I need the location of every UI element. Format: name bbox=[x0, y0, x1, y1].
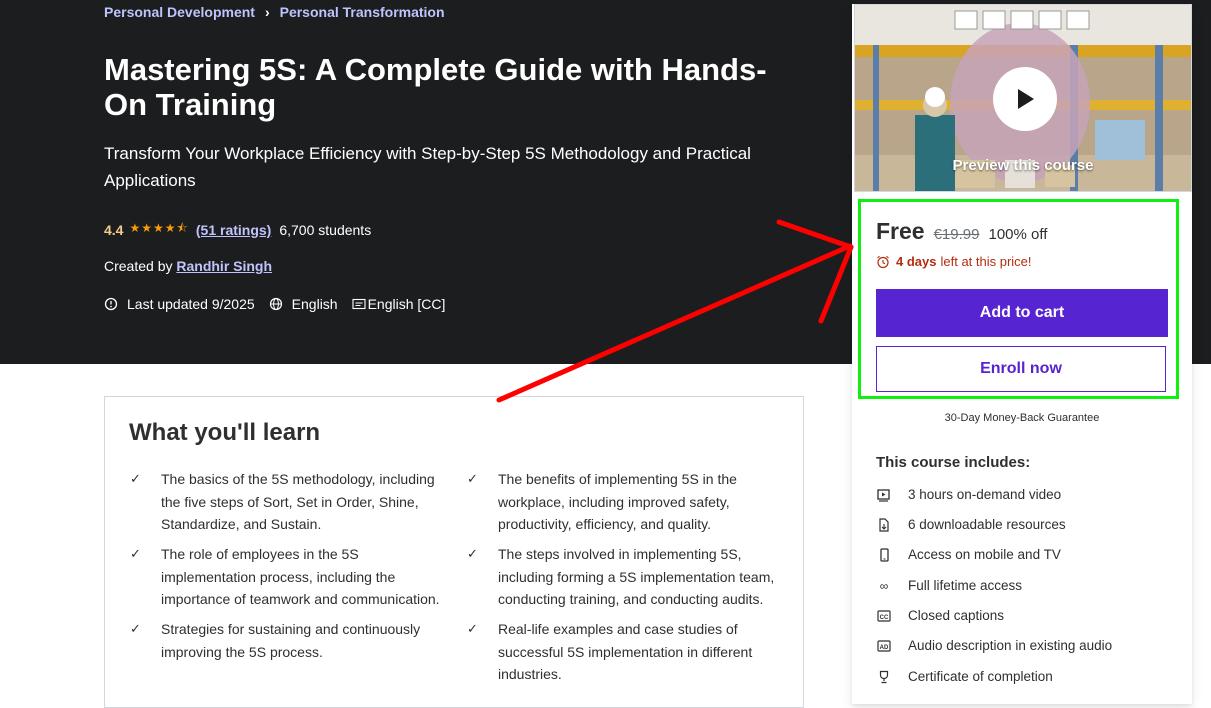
students-count: 6,700 students bbox=[279, 221, 372, 238]
alarm-clock-icon bbox=[877, 255, 889, 268]
includes-title: This course includes: bbox=[876, 454, 1031, 471]
learn-item: ✓ Real-life examples and case studies of … bbox=[467, 618, 788, 686]
svg-text:CC: CC bbox=[880, 614, 889, 620]
include-item-label: 6 downloadable resources bbox=[908, 517, 1066, 532]
price-row: Free €19.99 100% off bbox=[876, 218, 1047, 245]
closed-captions-icon: CC bbox=[877, 609, 891, 622]
mobile-icon bbox=[880, 547, 889, 562]
closed-captions-icon bbox=[352, 298, 366, 310]
checkmark-icon: ✓ bbox=[130, 621, 141, 636]
include-item: AD Audio description in existing audio bbox=[876, 638, 1112, 653]
include-item: 3 hours on-demand video bbox=[876, 487, 1061, 502]
svg-text:AD: AD bbox=[880, 644, 889, 650]
ratings-count-link[interactable]: (51 ratings) bbox=[196, 222, 271, 238]
include-item-label: Certificate of completion bbox=[908, 669, 1053, 684]
chevron-right-icon: › bbox=[264, 4, 270, 20]
breadcrumb-item-personal-development[interactable]: Personal Development bbox=[104, 4, 255, 20]
include-item: ∞ Full lifetime access bbox=[876, 578, 1022, 593]
checkmark-icon: ✓ bbox=[467, 471, 478, 486]
play-button[interactable] bbox=[993, 67, 1057, 131]
rating-number: 4.4 bbox=[104, 221, 124, 238]
globe-icon bbox=[269, 297, 282, 311]
learn-item: ✓ The steps involved in implementing 5S, … bbox=[467, 543, 788, 611]
audio-description-icon: AD bbox=[877, 639, 891, 652]
timer-text: left at this price! bbox=[940, 254, 1032, 269]
checkmark-icon: ✓ bbox=[467, 546, 478, 561]
course-subtitle: Transform Your Workplace Efficiency with… bbox=[104, 144, 751, 190]
play-icon bbox=[1018, 89, 1034, 109]
created-by: Created by Randhir Singh bbox=[104, 258, 272, 274]
current-price: Free bbox=[876, 218, 925, 244]
trophy-icon bbox=[879, 670, 889, 683]
rating-row: 4.4 ★★★★⯪ (51 ratings) 6,700 students bbox=[104, 219, 371, 240]
include-item-label: 3 hours on-demand video bbox=[908, 487, 1062, 502]
learn-item-text: The benefits of implementing 5S in the w… bbox=[498, 471, 737, 532]
course-preview-video[interactable]: Preview this course bbox=[854, 4, 1192, 192]
breadcrumb-item-personal-transformation[interactable]: Personal Transformation bbox=[280, 4, 445, 20]
price-timer: 4 days left at this price! bbox=[876, 254, 1032, 269]
purchase-sidebar: Preview this course Free €19.99 100% off… bbox=[852, 4, 1192, 704]
include-item-label: Full lifetime access bbox=[908, 578, 1023, 593]
video-icon bbox=[877, 488, 890, 502]
include-item-label: Closed captions bbox=[908, 608, 1005, 623]
course-title: Mastering 5S: A Complete Guide with Hand… bbox=[104, 52, 767, 122]
learn-item: ✓ The benefits of implementing 5S in the … bbox=[467, 468, 788, 536]
what-you-will-learn: What you'll learn ✓ The basics of the 5S … bbox=[104, 396, 804, 708]
breadcrumb: Personal Development › Personal Transfor… bbox=[104, 4, 445, 20]
checkmark-icon: ✓ bbox=[130, 546, 141, 561]
learn-item-text: The role of employees in the 5S implemen… bbox=[161, 546, 440, 607]
checkmark-icon: ✓ bbox=[130, 471, 141, 486]
learn-item: ✓ The role of employees in the 5S impleme… bbox=[130, 543, 451, 611]
learn-item-text: Strategies for sustaining and continuous… bbox=[161, 621, 421, 660]
money-back-guarantee: 30-Day Money-Back Guarantee bbox=[944, 412, 1100, 424]
preview-label: Preview this course bbox=[952, 157, 1094, 174]
learn-item-text: The basics of the 5S methodology, includ… bbox=[161, 471, 435, 532]
include-item: Certificate of completion bbox=[876, 669, 1053, 684]
download-file-icon bbox=[879, 517, 889, 532]
add-to-cart-button[interactable]: Add to cart bbox=[876, 289, 1168, 337]
created-by-label: Created by bbox=[104, 258, 173, 274]
include-item: Access on mobile and TV bbox=[876, 547, 1061, 562]
learn-item: ✓ The basics of the 5S methodology, inclu… bbox=[130, 468, 451, 536]
learn-heading: What you'll learn bbox=[129, 419, 321, 446]
include-item-label: Audio description in existing audio bbox=[908, 638, 1113, 653]
alert-badge-icon bbox=[104, 297, 118, 311]
checkmark-icon: ✓ bbox=[467, 621, 478, 636]
learn-item: ✓ Strategies for sustaining and continuou… bbox=[130, 618, 451, 663]
course-captions: English [CC] bbox=[352, 296, 446, 312]
include-item: 6 downloadable resources bbox=[876, 517, 1066, 532]
course-language: English bbox=[269, 296, 338, 312]
enroll-now-button[interactable]: Enroll now bbox=[876, 346, 1166, 392]
include-item-label: Access on mobile and TV bbox=[908, 547, 1061, 562]
language-text: English bbox=[291, 296, 338, 312]
learn-item-text: Real-life examples and case studies of s… bbox=[498, 621, 753, 682]
include-item: CC Closed captions bbox=[876, 608, 1004, 623]
course-meta: Last updated 9/2025 English English [CC] bbox=[104, 296, 459, 312]
last-updated: Last updated 9/2025 bbox=[104, 296, 255, 312]
last-updated-text: Last updated 9/2025 bbox=[127, 296, 255, 312]
infinity-icon: ∞ bbox=[879, 578, 889, 593]
star-rating-icon: ★★★★⯪ bbox=[129, 221, 189, 235]
instructor-link[interactable]: Randhir Singh bbox=[176, 258, 272, 274]
learn-item-text: The steps involved in implementing 5S, i… bbox=[498, 546, 775, 607]
original-price: €19.99 bbox=[933, 226, 980, 243]
captions-text: English [CC] bbox=[367, 296, 446, 312]
discount-percent: 100% off bbox=[988, 226, 1048, 243]
timer-days: 4 days bbox=[896, 254, 937, 269]
